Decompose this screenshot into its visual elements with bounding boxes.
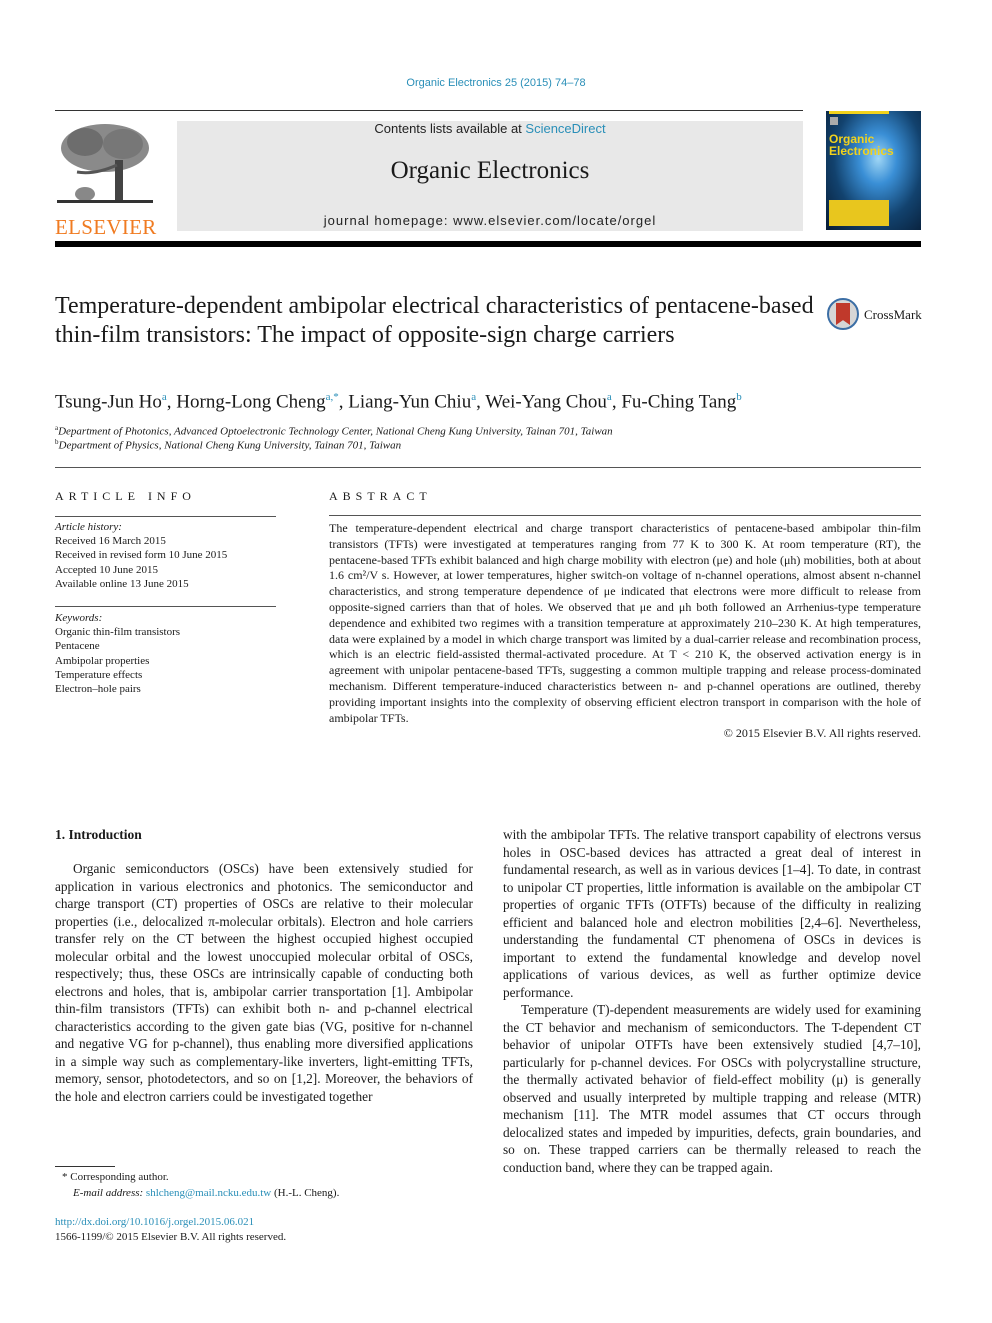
author-affiliation-mark[interactable]: b <box>736 391 742 403</box>
elsevier-wordmark: ELSEVIER <box>55 215 157 239</box>
journal-cover-image[interactable]: Organic Electronics <box>826 111 921 230</box>
asterisk-mark: * <box>62 1171 68 1183</box>
email-note: E-mail address: shlcheng@mail.ncku.edu.t… <box>73 1187 339 1199</box>
article-history: Article history: Received 16 March 2015 … <box>55 520 276 591</box>
keyword: Organic thin-film transistors <box>55 626 181 639</box>
body-column-left: Organic semiconductors (OSCs) have been … <box>55 860 473 1105</box>
keyword: Ambipolar properties <box>55 654 150 667</box>
author-affiliation-mark[interactable]: a <box>162 391 167 403</box>
history-item: Available online 13 June 2015 <box>55 577 189 590</box>
author[interactable]: Liang-Yun Chiu <box>348 391 471 412</box>
author-affiliation-mark[interactable]: a <box>607 391 612 403</box>
issn-copyright: 1566-1199/© 2015 Elsevier B.V. All right… <box>55 1231 287 1243</box>
cover-publisher-mark <box>830 117 838 125</box>
article-info-heading: ARTICLE INFO <box>55 489 196 503</box>
journal-banner: Contents lists available at ScienceDirec… <box>177 121 803 231</box>
crossmark-button[interactable]: CrossMark <box>827 298 927 334</box>
sciencedirect-link[interactable]: ScienceDirect <box>525 121 605 136</box>
author[interactable]: Fu-Ching Tang <box>621 391 736 412</box>
abstract-text: The temperature-dependent electrical and… <box>329 521 921 725</box>
author[interactable]: Wei-Yang Chou <box>485 391 607 412</box>
contents-line: Contents lists available at ScienceDirec… <box>177 121 803 136</box>
history-label: Article history: <box>55 521 122 533</box>
email-suffix: (H.-L. Cheng). <box>271 1187 340 1199</box>
author-list: Tsung-Jun Hoa, Horng-Long Chenga,*, Lian… <box>55 391 742 413</box>
journal-reference-link[interactable]: Organic Electronics 25 (2015) 74–78 <box>0 77 992 89</box>
crossmark-label: CrossMark <box>864 307 922 322</box>
abstract-body: The temperature-dependent electrical and… <box>329 521 921 742</box>
doi-link[interactable]: http://dx.doi.org/10.1016/j.orgel.2015.0… <box>55 1216 254 1228</box>
paragraph: with the ambipolar TFTs. The relative tr… <box>503 827 921 1000</box>
cover-title-line2: Electronics <box>829 144 894 158</box>
author-affiliation-mark[interactable]: a <box>471 391 476 403</box>
header-thick-rule <box>55 241 921 247</box>
keywords-label: Keywords: <box>55 612 103 624</box>
paragraph: Organic semiconductors (OSCs) have been … <box>55 861 473 1104</box>
cover-footer-block <box>829 200 889 226</box>
affiliation-a: aDepartment of Photonics, Advanced Optoe… <box>55 424 613 438</box>
author[interactable]: Tsung-Jun Ho <box>55 391 162 412</box>
body-column-right: with the ambipolar TFTs. The relative tr… <box>503 826 921 1176</box>
section-heading: 1. Introduction <box>55 827 142 842</box>
contents-prefix: Contents lists available at <box>374 121 526 136</box>
history-item: Received in revised form 10 June 2015 <box>55 549 228 562</box>
keyword: Electron–hole pairs <box>55 683 141 696</box>
affiliation-text: Department of Photonics, Advanced Optoel… <box>58 425 613 438</box>
keywords: Keywords: Organic thin-film transistors … <box>55 611 276 696</box>
abstract-rule <box>329 515 921 516</box>
article-info-rule <box>55 516 276 517</box>
author[interactable]: Horng-Long Cheng <box>176 391 325 412</box>
section-rule <box>55 467 921 468</box>
keyword: Pentacene <box>55 640 100 653</box>
corresponding-text: Corresponding author. <box>70 1171 169 1183</box>
author-affiliation-mark[interactable]: a,* <box>326 391 339 403</box>
keyword: Temperature effects <box>55 668 143 681</box>
corresponding-author-note: * Corresponding author. <box>62 1171 169 1183</box>
header-rule <box>55 110 803 111</box>
journal-homepage-link[interactable]: journal homepage: www.elsevier.com/locat… <box>177 213 803 228</box>
affiliation-text: Department of Physics, National Cheng Ku… <box>58 439 402 452</box>
history-item: Accepted 10 June 2015 <box>55 563 158 576</box>
email-link[interactable]: shlcheng@mail.ncku.edu.tw <box>146 1187 271 1199</box>
email-label: E-mail address: <box>73 1187 146 1199</box>
paragraph: Temperature (T)-dependent measurements a… <box>503 1002 921 1175</box>
cover-title: Organic Electronics <box>829 133 894 157</box>
tree-icon <box>57 124 153 203</box>
cover-stripe <box>829 111 889 114</box>
journal-name: Organic Electronics <box>390 157 590 184</box>
elsevier-logo[interactable]: ELSEVIER <box>55 120 156 239</box>
footnote-rule <box>55 1166 115 1167</box>
history-item: Received 16 March 2015 <box>55 535 166 548</box>
article-title: Temperature-dependent ambipolar electric… <box>55 293 814 348</box>
affiliation-b: bDepartment of Physics, National Cheng K… <box>55 438 401 452</box>
abstract-copyright: © 2015 Elsevier B.V. All rights reserved… <box>723 726 921 741</box>
keywords-rule <box>55 606 276 607</box>
abstract-heading: ABSTRACT <box>329 489 432 503</box>
